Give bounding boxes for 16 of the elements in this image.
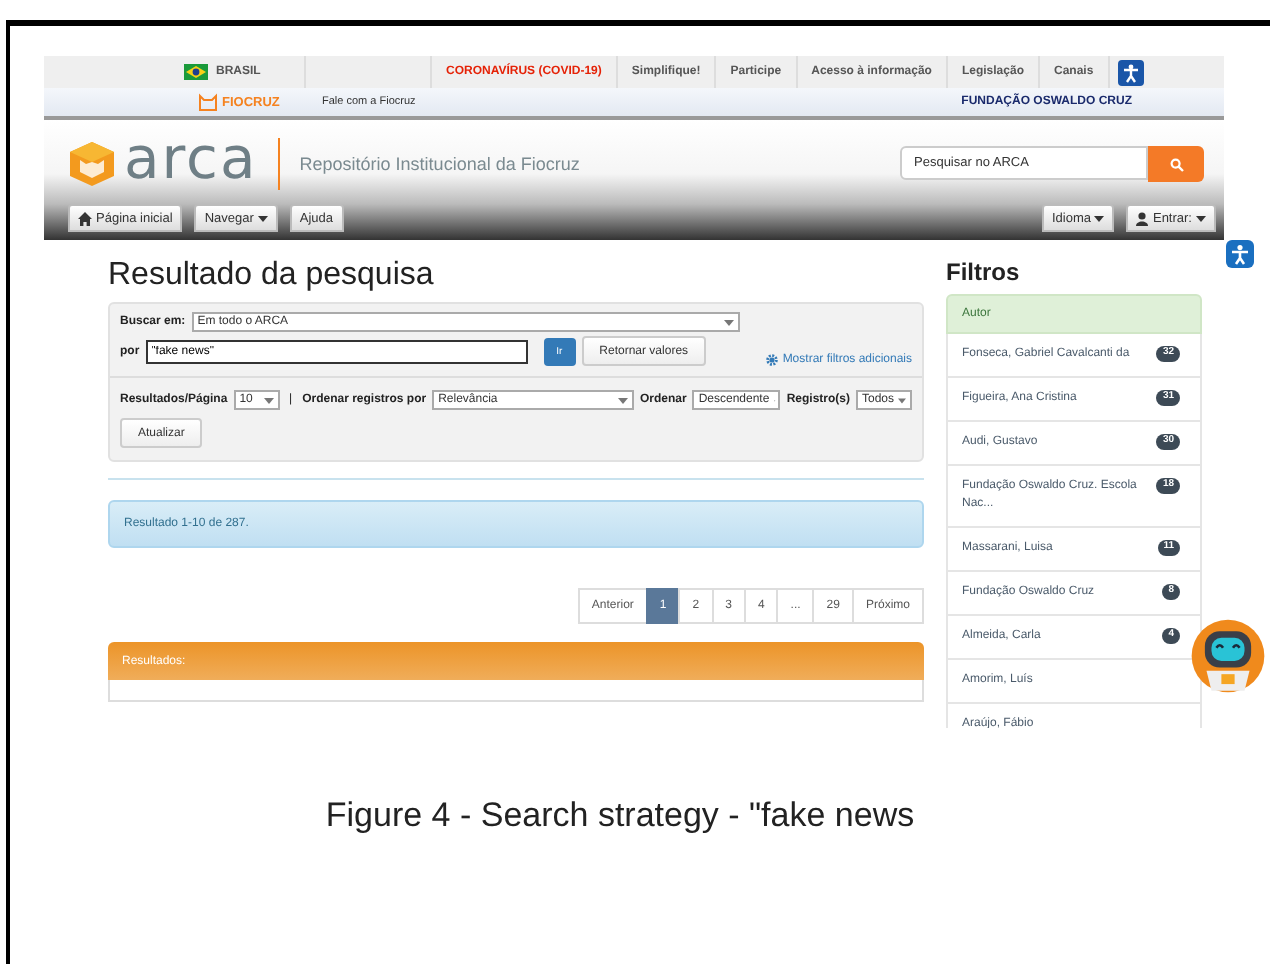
filters-title: Filtros [946, 258, 1022, 286]
logo-icon [198, 92, 218, 112]
user-icon [1136, 211, 1149, 225]
accessibility-icon[interactable] [1117, 59, 1144, 85]
page-title: Resultado da pesquisa [108, 258, 436, 294]
gear-icon [766, 353, 779, 365]
cube-logo-icon [68, 140, 116, 188]
figure-caption: Figure 4 - Search strategy - "fake news [323, 796, 917, 836]
search-button[interactable] [1148, 146, 1204, 182]
search-icon [1169, 157, 1183, 171]
accessibility-icon[interactable] [1226, 240, 1254, 268]
robot-icon[interactable] [1190, 618, 1266, 694]
home-icon [78, 211, 92, 225]
site-subtitle: Repositório Institucional da Fiocruz [277, 138, 580, 190]
arca-logo: arca [124, 130, 258, 188]
flag-icon [184, 64, 208, 80]
